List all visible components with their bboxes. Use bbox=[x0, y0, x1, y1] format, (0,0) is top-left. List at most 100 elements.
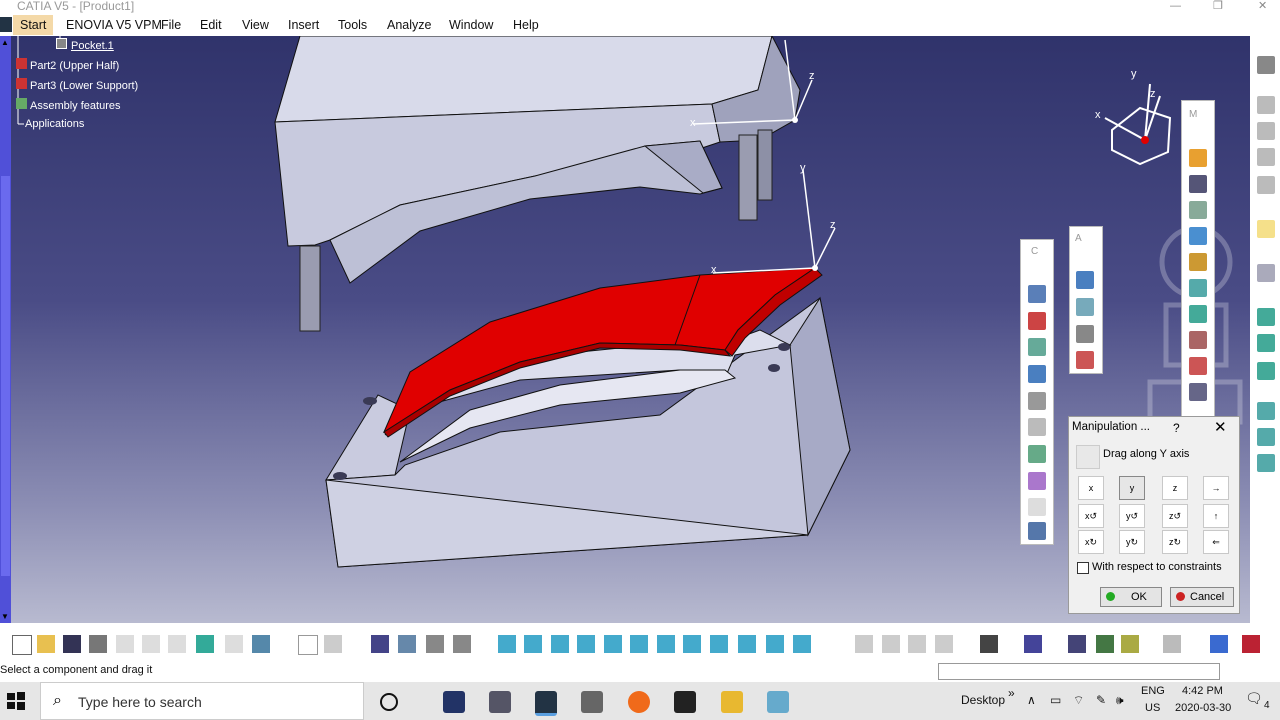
shading-icon[interactable] bbox=[738, 635, 756, 653]
zoom-out-icon[interactable] bbox=[630, 635, 648, 653]
reorder-icon[interactable] bbox=[1028, 445, 1046, 463]
wifi-icon[interactable]: ⌔ bbox=[1073, 693, 1084, 708]
manipulate-icon[interactable] bbox=[1028, 365, 1046, 383]
hide-show-icon[interactable] bbox=[766, 635, 784, 653]
tool-icon[interactable] bbox=[1257, 264, 1275, 282]
tree-item-assembly-features[interactable]: Assembly features bbox=[16, 98, 120, 112]
analysis-icon[interactable] bbox=[453, 635, 471, 653]
cancel-button[interactable]: Cancel bbox=[1170, 587, 1234, 607]
paperclip-icon[interactable] bbox=[1028, 418, 1046, 436]
print-icon[interactable] bbox=[89, 635, 107, 653]
copy-icon[interactable] bbox=[142, 635, 160, 653]
undo-icon[interactable] bbox=[196, 635, 214, 653]
tree-item-applications[interactable]: Applications bbox=[25, 118, 84, 130]
battery-icon[interactable]: ▭ bbox=[1050, 693, 1061, 707]
tool-icon[interactable] bbox=[1210, 635, 1228, 653]
explode-icon[interactable] bbox=[1028, 312, 1046, 330]
toolbar-a[interactable]: A bbox=[1069, 226, 1103, 374]
catia-active-icon[interactable] bbox=[535, 691, 557, 716]
clock-date[interactable]: 2020-03-30 bbox=[1175, 702, 1231, 714]
scroll-up-icon[interactable]: ▲ bbox=[1, 38, 9, 47]
chevron-right-icon[interactable]: » bbox=[1008, 686, 1015, 700]
tool-icon[interactable] bbox=[1257, 122, 1275, 140]
tree-item-part3[interactable]: Part3 (Lower Support) bbox=[16, 78, 138, 92]
compass-icon[interactable] bbox=[1104, 83, 1172, 166]
help-icon[interactable]: ? bbox=[1173, 421, 1180, 435]
drag-yz-plane-button[interactable]: y↺ bbox=[1119, 504, 1145, 528]
new-part-icon[interactable] bbox=[1076, 325, 1094, 343]
tool-icon[interactable] bbox=[1068, 635, 1086, 653]
cortana-icon[interactable] bbox=[380, 693, 398, 711]
app-icon[interactable] bbox=[767, 691, 789, 713]
multi-view-icon[interactable] bbox=[683, 635, 701, 653]
contact-icon[interactable] bbox=[1189, 201, 1207, 219]
toolbar-m[interactable]: M bbox=[1181, 100, 1215, 426]
tool-icon[interactable] bbox=[1257, 454, 1275, 472]
tool-icon[interactable] bbox=[1257, 402, 1275, 420]
tool-icon[interactable] bbox=[1096, 635, 1114, 653]
menu-help[interactable]: Help bbox=[513, 18, 539, 32]
drag-direction-button[interactable]: → bbox=[1203, 476, 1229, 500]
catalog-icon[interactable] bbox=[371, 635, 389, 653]
disabled-icon[interactable] bbox=[1028, 498, 1046, 516]
quick-constraint-icon[interactable] bbox=[1189, 331, 1207, 349]
fly-icon[interactable] bbox=[498, 635, 516, 653]
chevron-up-icon[interactable]: ∧ bbox=[1027, 693, 1036, 707]
menu-analyze[interactable]: Analyze bbox=[387, 18, 431, 32]
tree-item-part2[interactable]: Part2 (Upper Half) bbox=[16, 58, 119, 72]
minimize-icon[interactable]: — bbox=[1170, 0, 1181, 12]
tool-icon[interactable] bbox=[1257, 428, 1275, 446]
cut-icon[interactable] bbox=[116, 635, 134, 653]
pen-icon[interactable]: ✎ bbox=[1096, 693, 1106, 707]
clock-time[interactable]: 4:42 PM bbox=[1182, 685, 1223, 697]
tool-icon[interactable] bbox=[935, 635, 953, 653]
fit-all-icon[interactable] bbox=[524, 635, 542, 653]
redo-icon[interactable] bbox=[225, 635, 243, 653]
paste-icon[interactable] bbox=[168, 635, 186, 653]
tool-icon[interactable] bbox=[1257, 148, 1275, 166]
new-component-icon[interactable] bbox=[1076, 271, 1094, 289]
desktop-toolbar-label[interactable]: Desktop bbox=[961, 693, 1005, 707]
rotate-axis-button[interactable]: ⇐ bbox=[1203, 530, 1229, 554]
rotate-z-button[interactable]: z↻ bbox=[1162, 530, 1188, 554]
command-input[interactable] bbox=[938, 663, 1220, 680]
catia-app-icon[interactable] bbox=[443, 691, 465, 713]
new-icon[interactable] bbox=[12, 635, 32, 655]
tool-icon[interactable] bbox=[855, 635, 873, 653]
select-cursor-icon[interactable] bbox=[1257, 220, 1275, 238]
tool-icon[interactable] bbox=[1257, 96, 1275, 114]
settings-icon[interactable] bbox=[1257, 56, 1275, 74]
menu-start[interactable]: Start bbox=[13, 15, 54, 35]
tool-icon[interactable] bbox=[1257, 362, 1275, 380]
drag-plane-button[interactable]: ↑ bbox=[1203, 504, 1229, 528]
language-us[interactable]: US bbox=[1145, 702, 1160, 714]
menu-tools[interactable]: Tools bbox=[338, 18, 367, 32]
tool-icon[interactable] bbox=[908, 635, 926, 653]
flexible-icon[interactable] bbox=[1189, 357, 1207, 375]
menu-view[interactable]: View bbox=[242, 18, 269, 32]
windows-start-icon[interactable] bbox=[6, 691, 26, 711]
maximize-icon[interactable]: ❐ bbox=[1213, 0, 1223, 12]
store-icon[interactable] bbox=[581, 691, 603, 713]
tree-item-pocket[interactable]: Pocket.1 bbox=[56, 38, 114, 52]
tool-icon[interactable] bbox=[1257, 176, 1275, 194]
multi-instantiate-icon[interactable] bbox=[1028, 522, 1046, 540]
tool-icon[interactable] bbox=[1257, 308, 1275, 326]
file-explorer-icon[interactable] bbox=[721, 691, 743, 713]
language-eng[interactable]: ENG bbox=[1141, 685, 1165, 697]
3d-viewport[interactable]: x z x y z x y z Pocket.1 Part2 (Upper Ha… bbox=[0, 36, 1250, 623]
tool-icon[interactable] bbox=[882, 635, 900, 653]
tool-icon[interactable] bbox=[1121, 635, 1139, 653]
taskbar-search-box[interactable]: ⌕ Type here to search bbox=[40, 682, 364, 720]
menu-window[interactable]: Window bbox=[449, 18, 493, 32]
save-icon[interactable] bbox=[63, 635, 81, 653]
drag-xy-plane-button[interactable]: x↺ bbox=[1078, 504, 1104, 528]
drag-xz-plane-button[interactable]: z↺ bbox=[1162, 504, 1188, 528]
open-icon[interactable] bbox=[37, 635, 55, 653]
photos-icon[interactable] bbox=[674, 691, 696, 713]
clash-icon[interactable] bbox=[1028, 338, 1046, 356]
rotate-x-button[interactable]: x↻ bbox=[1078, 530, 1104, 554]
tree-icon[interactable] bbox=[398, 635, 416, 653]
close-dialog-icon[interactable]: ✕ bbox=[1214, 418, 1227, 436]
drag-x-button[interactable]: x bbox=[1078, 476, 1104, 500]
